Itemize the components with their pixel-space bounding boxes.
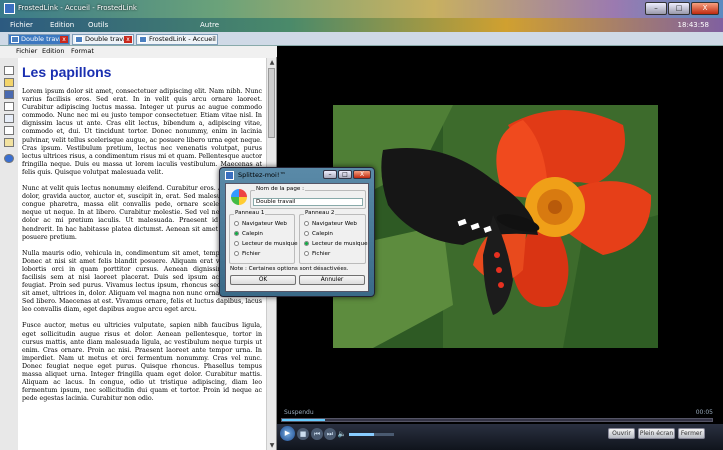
dialog-body: Nom de la page : Double travail Panneau … (225, 183, 369, 292)
volume-level (349, 433, 374, 436)
panel1-option[interactable]: Fichier (234, 251, 260, 257)
split-dialog: Splittez-moi!™ – □ X Nom de la page : Do… (219, 167, 375, 297)
radio-icon (234, 241, 239, 246)
notepad-menu-edition[interactable]: Edition (42, 47, 65, 55)
menu-outils[interactable]: Outils (88, 21, 108, 29)
fullscreen-button[interactable]: Plein écran (638, 428, 675, 439)
radio-icon (304, 221, 309, 226)
radio-icon (304, 251, 309, 256)
notepad-menu-fichier[interactable]: Fichier (16, 47, 37, 55)
document-heading: Les papillons (22, 64, 112, 80)
panel2-option[interactable]: Fichier (304, 251, 330, 257)
panel1-label: Panneau 1 (234, 210, 266, 216)
tab-label: FrostedLink - Accueil (149, 35, 216, 43)
window-title: FrostedLink - Accueil - FrostedLink (18, 4, 137, 12)
player-elapsed-time: 00:05 (695, 409, 713, 416)
radio-icon (234, 251, 239, 256)
menubar: Fichier Edition Outils Autre 18:43:58 (0, 18, 723, 32)
page-name-input[interactable]: Double travail (253, 198, 363, 206)
tab-frostedlink-accueil[interactable]: FrostedLink - Accueil (136, 34, 218, 45)
print-icon[interactable] (4, 102, 14, 111)
dialog-window-controls: – □ X (323, 170, 371, 179)
tab-bar: Double travail x Double travail x Froste… (0, 32, 723, 46)
cut-icon[interactable] (4, 114, 14, 123)
panel2-label: Panneau 2 (304, 210, 336, 216)
tab-close-icon[interactable]: x (124, 36, 132, 43)
colorful-logo-icon (231, 189, 247, 205)
page-name-group: Nom de la page : Double travail (250, 186, 366, 209)
panel2-option[interactable]: Lecteur de musique (304, 241, 368, 247)
scroll-up-icon[interactable]: ▲ (267, 58, 277, 67)
panel2-option[interactable]: Navigateur Web (304, 221, 357, 227)
seek-bar-progress (282, 419, 325, 421)
tab-icon (75, 36, 83, 43)
tab-icon (11, 36, 19, 43)
close-player-button[interactable]: Fermer (678, 428, 705, 439)
maximize-button[interactable]: □ (668, 2, 690, 15)
play-button[interactable]: ▶ (280, 426, 295, 441)
menu-autre[interactable]: Autre (200, 21, 219, 29)
butterfly-video-image (333, 105, 658, 348)
clock: 18:43:58 (677, 21, 709, 29)
new-file-icon[interactable] (4, 66, 14, 75)
notepad-toolstrip (0, 58, 18, 450)
dialog-title: Splittez-moi!™ (238, 171, 286, 179)
radio-selected-icon (234, 231, 239, 236)
menu-fichier[interactable]: Fichier (10, 21, 33, 29)
notepad-menu: Fichier Edition Format (0, 46, 277, 57)
panel1-option[interactable]: Calepin (234, 231, 263, 237)
player-status: Suspendu (284, 409, 314, 416)
seek-bar[interactable] (281, 418, 713, 422)
tab-icon (139, 36, 147, 43)
volume-icon[interactable]: 🔈 (336, 428, 348, 440)
panel2-group: Panneau 2 Navigateur Web Calepin Lecteur… (299, 210, 368, 264)
window-controls: – □ X (645, 2, 719, 15)
menu-edition[interactable]: Edition (50, 21, 74, 29)
dialog-maximize-button[interactable]: □ (338, 170, 352, 179)
open-button[interactable]: Ouvrir (608, 428, 635, 439)
dialog-minimize-button[interactable]: – (323, 170, 337, 179)
dialog-app-icon (225, 171, 234, 180)
player-controls: ▶ ■ ⏮ ⏭ 🔈 Ouvrir Plein écran Fermer (277, 424, 723, 450)
paste-icon[interactable] (4, 138, 14, 147)
page-name-label: Nom de la page : (255, 186, 305, 192)
panel1-option[interactable]: Navigateur Web (234, 221, 287, 227)
help-icon[interactable] (4, 154, 14, 163)
close-button[interactable]: X (691, 2, 719, 15)
copy-icon[interactable] (4, 126, 14, 135)
ok-button[interactable]: OK (230, 275, 296, 285)
stop-icon[interactable]: ■ (297, 428, 309, 440)
window-titlebar: FrostedLink - Accueil - FrostedLink – □ … (0, 0, 723, 18)
save-icon[interactable] (4, 90, 14, 99)
notepad-menu-format[interactable]: Format (71, 47, 94, 55)
previous-icon[interactable]: ⏮ (311, 428, 323, 440)
panel1-option[interactable]: Lecteur de musique (234, 241, 298, 247)
open-folder-icon[interactable] (4, 78, 14, 87)
minimize-button[interactable]: – (645, 2, 667, 15)
radio-icon (304, 231, 309, 236)
cancel-button[interactable]: Annuler (299, 275, 365, 285)
radio-icon (234, 221, 239, 226)
document-paragraph: Fusce auctor, metus eu ultricies vulputa… (22, 322, 262, 403)
scroll-thumb[interactable] (268, 68, 275, 138)
video-frame[interactable] (333, 105, 658, 348)
radio-selected-icon (304, 241, 309, 246)
document-paragraph: Lorem ipsum dolor sit amet, consectetuer… (22, 88, 262, 176)
volume-slider[interactable] (349, 433, 394, 436)
panel2-option[interactable]: Calepin (304, 231, 333, 237)
tab-double-travail-2[interactable]: Double travail x (72, 34, 134, 45)
tab-close-icon[interactable]: x (60, 36, 68, 43)
panel1-group: Panneau 1 Navigateur Web Calepin Lecteur… (229, 210, 298, 264)
scroll-down-icon[interactable]: ▼ (267, 441, 277, 450)
dialog-note: Note : Certaines options sont désactivée… (230, 266, 349, 272)
next-icon[interactable]: ⏭ (324, 428, 336, 440)
dialog-close-button[interactable]: X (353, 170, 371, 179)
tab-double-travail-1[interactable]: Double travail x (8, 34, 70, 45)
app-icon (4, 3, 15, 14)
